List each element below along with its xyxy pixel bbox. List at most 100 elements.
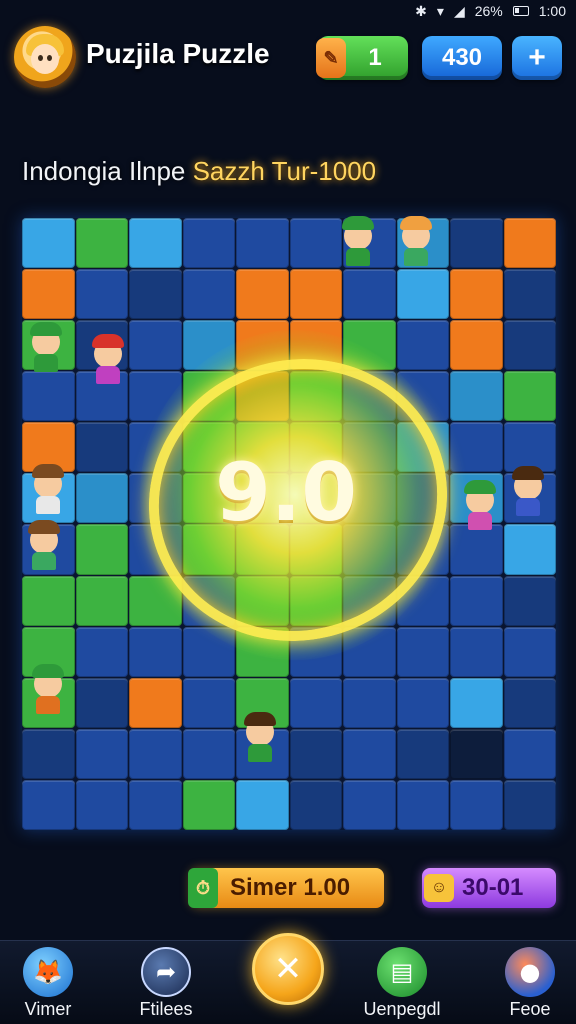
- puzzle-piece[interactable]: [450, 371, 503, 422]
- puzzle-piece[interactable]: [182, 269, 235, 320]
- puzzle-piece[interactable]: [450, 320, 503, 371]
- puzzle-piece[interactable]: [396, 728, 449, 779]
- puzzle-piece[interactable]: [450, 779, 503, 830]
- puzzle-piece[interactable]: [343, 320, 396, 371]
- puzzle-piece[interactable]: [503, 626, 556, 677]
- puzzle-piece[interactable]: [182, 626, 235, 677]
- character-piece[interactable]: [236, 712, 284, 764]
- puzzle-piece[interactable]: [396, 269, 449, 320]
- puzzle-piece[interactable]: [182, 371, 235, 422]
- puzzle-piece[interactable]: [450, 218, 503, 269]
- app-logo-avatar[interactable]: [14, 26, 76, 88]
- add-coins-button[interactable]: +: [512, 36, 562, 80]
- puzzle-piece[interactable]: [289, 320, 342, 371]
- puzzle-piece[interactable]: [450, 677, 503, 728]
- puzzle-piece[interactable]: [75, 626, 128, 677]
- puzzle-piece[interactable]: [343, 371, 396, 422]
- puzzle-piece[interactable]: [396, 779, 449, 830]
- puzzle-piece[interactable]: [129, 626, 182, 677]
- puzzle-piece[interactable]: [450, 728, 503, 779]
- puzzle-piece[interactable]: [182, 320, 235, 371]
- puzzle-piece[interactable]: [22, 779, 75, 830]
- character-piece[interactable]: [84, 334, 132, 386]
- puzzle-piece[interactable]: [503, 677, 556, 728]
- puzzle-piece[interactable]: [289, 728, 342, 779]
- puzzle-piece[interactable]: [503, 371, 556, 422]
- puzzle-piece[interactable]: [182, 218, 235, 269]
- puzzle-piece[interactable]: [503, 269, 556, 320]
- puzzle-piece[interactable]: [129, 473, 182, 524]
- puzzle-piece[interactable]: [75, 677, 128, 728]
- puzzle-piece[interactable]: [503, 218, 556, 269]
- puzzle-piece[interactable]: [236, 371, 289, 422]
- puzzle-piece[interactable]: [75, 218, 128, 269]
- character-piece[interactable]: [334, 216, 382, 268]
- puzzle-piece[interactable]: [343, 626, 396, 677]
- puzzle-piece[interactable]: [75, 524, 128, 575]
- puzzle-piece[interactable]: [396, 320, 449, 371]
- puzzle-piece[interactable]: [75, 779, 128, 830]
- coin-balance[interactable]: 430: [422, 36, 502, 80]
- puzzle-piece[interactable]: [129, 269, 182, 320]
- puzzle-piece[interactable]: [396, 677, 449, 728]
- puzzle-piece[interactable]: [343, 269, 396, 320]
- character-piece[interactable]: [22, 322, 70, 374]
- puzzle-piece[interactable]: [75, 422, 128, 473]
- puzzle-piece[interactable]: [22, 269, 75, 320]
- puzzle-piece[interactable]: [503, 728, 556, 779]
- puzzle-piece[interactable]: [22, 728, 75, 779]
- puzzle-piece[interactable]: [396, 626, 449, 677]
- puzzle-piece[interactable]: [129, 524, 182, 575]
- puzzle-piece[interactable]: [289, 575, 342, 626]
- puzzle-piece[interactable]: [343, 779, 396, 830]
- puzzle-piece[interactable]: [396, 524, 449, 575]
- puzzle-piece[interactable]: [289, 626, 342, 677]
- character-piece[interactable]: [392, 216, 440, 268]
- nav-item-feoe[interactable]: ● Feoe: [480, 947, 576, 1020]
- puzzle-piece[interactable]: [289, 779, 342, 830]
- puzzle-piece[interactable]: [236, 626, 289, 677]
- character-piece[interactable]: [24, 464, 72, 516]
- nav-item-vimer[interactable]: 🦊 Vimer: [0, 947, 98, 1020]
- puzzle-piece[interactable]: [396, 575, 449, 626]
- puzzle-piece[interactable]: [129, 422, 182, 473]
- puzzle-piece[interactable]: [236, 779, 289, 830]
- character-piece[interactable]: [504, 466, 552, 518]
- character-piece[interactable]: [456, 480, 504, 532]
- puzzle-piece[interactable]: [450, 422, 503, 473]
- puzzle-piece[interactable]: [503, 575, 556, 626]
- puzzle-piece[interactable]: [396, 422, 449, 473]
- puzzle-piece[interactable]: [343, 677, 396, 728]
- puzzle-piece[interactable]: [289, 269, 342, 320]
- puzzle-piece[interactable]: [503, 779, 556, 830]
- puzzle-piece[interactable]: [129, 575, 182, 626]
- puzzle-piece[interactable]: [503, 320, 556, 371]
- puzzle-piece[interactable]: [289, 677, 342, 728]
- puzzle-piece[interactable]: [129, 677, 182, 728]
- puzzle-piece[interactable]: [75, 728, 128, 779]
- puzzle-piece[interactable]: [182, 677, 235, 728]
- hint-counter-button[interactable]: ✎ 1: [316, 36, 408, 80]
- puzzle-piece[interactable]: [289, 371, 342, 422]
- puzzle-piece[interactable]: [129, 779, 182, 830]
- puzzle-piece[interactable]: [450, 626, 503, 677]
- nav-item-ftilees[interactable]: ➦ Ftilees: [116, 947, 216, 1020]
- puzzle-piece[interactable]: [236, 218, 289, 269]
- puzzle-piece[interactable]: [236, 575, 289, 626]
- puzzle-piece[interactable]: [396, 371, 449, 422]
- puzzle-piece[interactable]: [182, 575, 235, 626]
- puzzle-piece[interactable]: [503, 524, 556, 575]
- character-piece[interactable]: [20, 520, 68, 572]
- puzzle-piece[interactable]: [343, 728, 396, 779]
- nav-item-uenpegdl[interactable]: ▤ Uenpegdl: [352, 947, 452, 1020]
- puzzle-piece[interactable]: [450, 575, 503, 626]
- puzzle-piece[interactable]: [75, 473, 128, 524]
- puzzle-piece[interactable]: [396, 473, 449, 524]
- puzzle-piece[interactable]: [75, 269, 128, 320]
- puzzle-piece[interactable]: [343, 575, 396, 626]
- character-piece[interactable]: [24, 664, 72, 716]
- puzzle-piece[interactable]: [75, 575, 128, 626]
- close-button[interactable]: ✕: [252, 933, 324, 1005]
- puzzle-piece[interactable]: [503, 422, 556, 473]
- puzzle-piece[interactable]: [129, 371, 182, 422]
